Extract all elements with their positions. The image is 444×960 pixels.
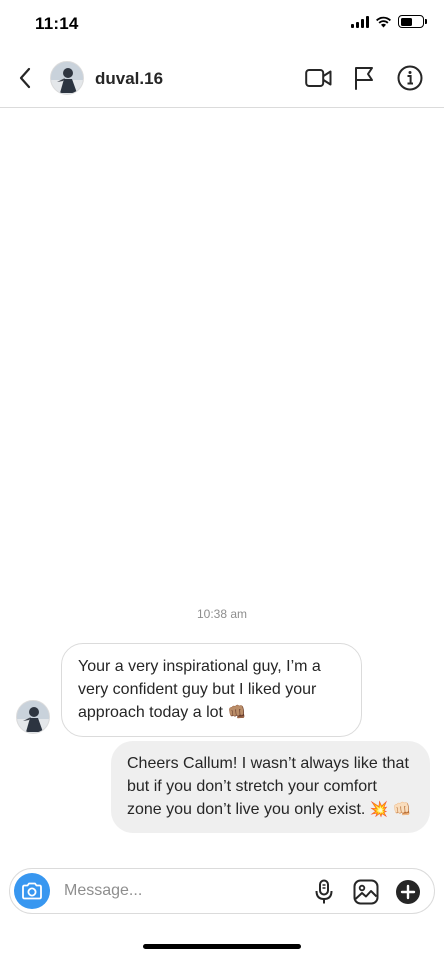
gallery-button[interactable] bbox=[352, 878, 380, 906]
back-button[interactable] bbox=[10, 63, 40, 93]
status-icons bbox=[351, 15, 427, 28]
info-button[interactable] bbox=[396, 64, 424, 92]
gallery-icon bbox=[353, 879, 379, 905]
message-composer bbox=[9, 868, 435, 914]
sender-avatar[interactable] bbox=[16, 700, 50, 734]
voice-message-button[interactable] bbox=[310, 878, 338, 906]
composer-actions bbox=[310, 878, 422, 906]
received-message-bubble[interactable]: Your a very inspirational guy, I’m a ver… bbox=[61, 643, 362, 737]
message-input[interactable] bbox=[64, 877, 304, 905]
video-call-button[interactable] bbox=[304, 64, 332, 92]
more-options-button[interactable] bbox=[394, 878, 422, 906]
report-button[interactable] bbox=[350, 64, 378, 92]
battery-icon bbox=[398, 15, 427, 28]
header-username[interactable]: duval.16 bbox=[95, 69, 163, 89]
message-text: Your a very inspirational guy, I’m a ver… bbox=[78, 658, 321, 721]
chat-header: duval.16 bbox=[0, 50, 444, 108]
status-bar: 11:14 bbox=[0, 0, 444, 50]
sent-message-bubble[interactable]: Cheers Callum! I wasn’t always like that… bbox=[111, 741, 430, 833]
header-actions bbox=[304, 64, 424, 92]
message-text: Cheers Callum! I wasn’t always like that… bbox=[127, 755, 409, 818]
wifi-icon bbox=[376, 16, 391, 28]
message-timestamp: 10:38 am bbox=[196, 607, 248, 621]
home-indicator bbox=[143, 944, 301, 949]
status-time: 11:14 bbox=[35, 14, 79, 33]
info-icon bbox=[397, 65, 423, 91]
flag-icon bbox=[355, 67, 373, 90]
collision-fist-emoji: 💥 👊🏻 bbox=[369, 801, 412, 818]
microphone-icon bbox=[315, 879, 333, 904]
plus-circle-icon bbox=[396, 880, 420, 904]
fist-bump-emoji: 👊🏽 bbox=[227, 704, 247, 721]
camera-button[interactable] bbox=[14, 873, 50, 909]
video-call-icon bbox=[304, 69, 331, 87]
avatar[interactable] bbox=[50, 61, 84, 95]
back-chevron-icon bbox=[19, 67, 31, 89]
cellular-signal-icon bbox=[351, 15, 369, 28]
camera-icon bbox=[22, 882, 42, 900]
